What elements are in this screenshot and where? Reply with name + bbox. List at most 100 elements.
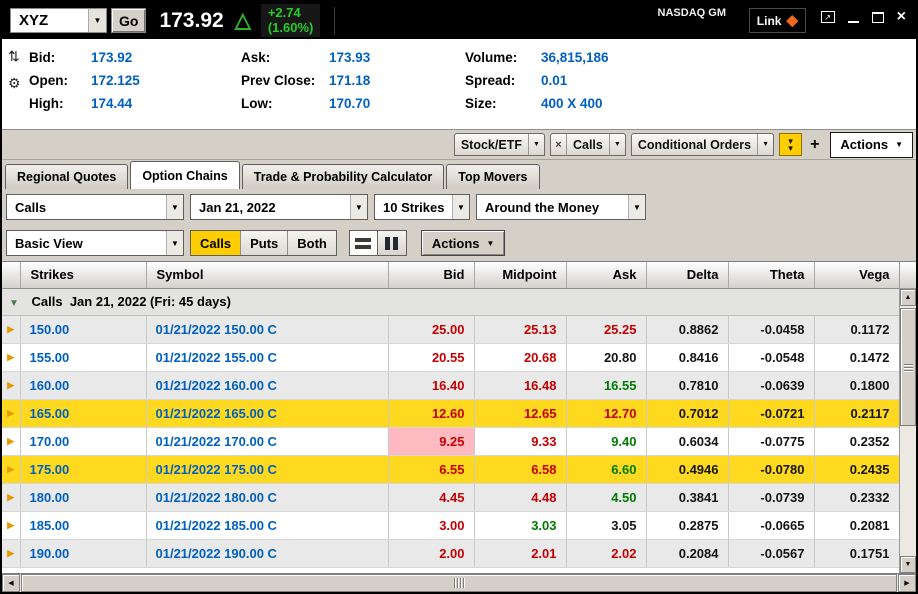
bid-cell[interactable]: 20.55 — [388, 343, 474, 371]
bid-cell[interactable]: 16.40 — [388, 371, 474, 399]
symbol-cell[interactable]: 01/21/2022 185.00 C — [146, 511, 388, 539]
symbol-cell[interactable]: 01/21/2022 160.00 C — [146, 371, 388, 399]
scroll-right-button[interactable]: ▶ — [898, 574, 916, 592]
ask-cell[interactable]: 4.50 — [566, 483, 646, 511]
horizontal-scroll-track[interactable] — [20, 574, 898, 592]
layout-tab-conditional-orders[interactable]: Conditional Orders ▼ — [631, 133, 774, 156]
bid-cell[interactable]: 12.60 — [388, 399, 474, 427]
midpoint-cell[interactable]: 3.03 — [474, 511, 566, 539]
bid-cell[interactable]: 4.45 — [388, 483, 474, 511]
settings-gear-icon[interactable]: ⚙ — [8, 76, 21, 90]
close-icon[interactable]: × — [551, 134, 567, 155]
col-header-midpoint[interactable]: Midpoint — [474, 262, 566, 288]
ask-cell[interactable]: 20.80 — [566, 343, 646, 371]
midpoint-cell[interactable]: 20.68 — [474, 343, 566, 371]
midpoint-cell[interactable]: 16.48 — [474, 371, 566, 399]
view-select[interactable]: Basic View ▼ — [6, 230, 184, 256]
actions-menu-button[interactable]: Actions ▼ — [421, 230, 506, 256]
symbol-combobox[interactable]: XYZ ▼ — [10, 8, 107, 33]
layout-tab-stock-etf[interactable]: Stock/ETF ▼ — [454, 133, 545, 156]
option-row[interactable]: ▶180.0001/21/2022 180.00 C4.454.484.500.… — [2, 483, 899, 511]
minimize-icon[interactable] — [848, 11, 859, 23]
row-expander-icon[interactable]: ▶ — [2, 343, 20, 371]
vertical-scroll-thumb[interactable] — [900, 308, 916, 426]
col-header-symbol[interactable]: Symbol — [146, 262, 388, 288]
col-header-ask[interactable]: Ask — [566, 262, 646, 288]
symbol-cell[interactable]: 01/21/2022 175.00 C — [146, 455, 388, 483]
sort-toggle-icon[interactable]: ⇅ — [8, 49, 21, 63]
midpoint-cell[interactable]: 6.58 — [474, 455, 566, 483]
midpoint-cell[interactable]: 9.33 — [474, 427, 566, 455]
midpoint-cell[interactable]: 25.13 — [474, 315, 566, 343]
scroll-down-button[interactable]: ▼ — [900, 556, 916, 573]
tab-option-chains[interactable]: Option Chains — [130, 161, 239, 189]
chevron-down-icon[interactable]: ▼ — [609, 134, 625, 155]
chevron-down-icon[interactable]: ▼ — [757, 134, 773, 155]
symbol-cell[interactable]: 01/21/2022 190.00 C — [146, 539, 388, 567]
puts-toggle[interactable]: Puts — [241, 231, 288, 255]
ask-cell[interactable]: 16.55 — [566, 371, 646, 399]
close-icon[interactable]: × — [897, 11, 906, 23]
chevron-down-icon[interactable]: ▼ — [350, 195, 367, 219]
actions-menu-button-top[interactable]: Actions ▼ — [830, 132, 913, 158]
chevron-down-icon[interactable]: ▼ — [166, 231, 183, 255]
vertical-scroll-track[interactable] — [900, 306, 916, 556]
pop-out-icon[interactable]: ↗ — [821, 11, 835, 23]
midpoint-cell[interactable]: 4.48 — [474, 483, 566, 511]
option-row[interactable]: ▶175.0001/21/2022 175.00 C6.556.586.600.… — [2, 455, 899, 483]
col-header-delta[interactable]: Delta — [646, 262, 728, 288]
col-header-theta[interactable]: Theta — [728, 262, 814, 288]
vertical-scrollbar[interactable]: ▲ ▼ — [899, 262, 916, 573]
group-collapse-icon[interactable]: ▼ — [9, 298, 19, 309]
bid-cell[interactable]: 2.00 — [388, 539, 474, 567]
chevron-down-icon[interactable]: ▼ — [452, 195, 469, 219]
scroll-up-button[interactable]: ▲ — [900, 289, 916, 306]
option-row[interactable]: ▶185.0001/21/2022 185.00 C3.003.033.050.… — [2, 511, 899, 539]
option-row[interactable]: ▶190.0001/21/2022 190.00 C2.002.012.020.… — [2, 539, 899, 567]
row-expander-icon[interactable]: ▶ — [2, 483, 20, 511]
horizontal-scroll-thumb[interactable] — [21, 574, 897, 592]
ask-cell[interactable]: 2.02 — [566, 539, 646, 567]
strike-count-select[interactable]: 10 Strikes ▼ — [374, 194, 470, 220]
ask-cell[interactable]: 3.05 — [566, 511, 646, 539]
symbol-cell[interactable]: 01/21/2022 155.00 C — [146, 343, 388, 371]
option-row[interactable]: ▶170.0001/21/2022 170.00 C9.259.339.400.… — [2, 427, 899, 455]
link-button[interactable]: Link ◆ — [749, 8, 806, 33]
calls-toggle[interactable]: Calls — [191, 231, 241, 255]
ask-cell[interactable]: 25.25 — [566, 315, 646, 343]
tab-regional-quotes[interactable]: Regional Quotes — [5, 164, 128, 189]
ask-cell[interactable]: 12.70 — [566, 399, 646, 427]
ask-cell[interactable]: 9.40 — [566, 427, 646, 455]
col-header-bid[interactable]: Bid — [388, 262, 474, 288]
symbol-cell[interactable]: 01/21/2022 165.00 C — [146, 399, 388, 427]
row-expander-icon[interactable]: ▶ — [2, 539, 20, 567]
maximize-icon[interactable] — [872, 12, 884, 23]
midpoint-cell[interactable]: 2.01 — [474, 539, 566, 567]
bid-cell[interactable]: 6.55 — [388, 455, 474, 483]
tab-trade-probability-calculator[interactable]: Trade & Probability Calculator — [242, 164, 445, 189]
row-expander-icon[interactable]: ▶ — [2, 371, 20, 399]
stacked-view-button[interactable] — [349, 230, 378, 256]
chevron-down-icon[interactable]: ▼ — [88, 9, 106, 32]
chevron-down-icon[interactable]: ▼ — [528, 134, 544, 155]
midpoint-cell[interactable]: 12.65 — [474, 399, 566, 427]
option-row[interactable]: ▶160.0001/21/2022 160.00 C16.4016.4816.5… — [2, 371, 899, 399]
chevron-down-icon[interactable]: ▼ — [166, 195, 183, 219]
tab-top-movers[interactable]: Top Movers — [446, 164, 539, 189]
layout-tab-calls[interactable]: × Calls ▼ — [550, 133, 626, 156]
collapse-tabs-button[interactable]: ▼ ▼ — [779, 133, 802, 156]
both-toggle[interactable]: Both — [288, 231, 336, 255]
side-by-side-view-button[interactable] — [378, 230, 407, 256]
moneyness-select[interactable]: Around the Money ▼ — [476, 194, 646, 220]
symbol-cell[interactable]: 01/21/2022 150.00 C — [146, 315, 388, 343]
row-expander-icon[interactable]: ▶ — [2, 399, 20, 427]
bid-cell[interactable]: 25.00 — [388, 315, 474, 343]
row-expander-icon[interactable]: ▶ — [2, 455, 20, 483]
row-expander-icon[interactable]: ▶ — [2, 315, 20, 343]
horizontal-scrollbar[interactable]: ◀ ▶ — [2, 573, 916, 592]
group-header[interactable]: ▼ Calls Jan 21, 2022 (Fri: 45 days) — [2, 288, 899, 315]
bid-cell[interactable]: 3.00 — [388, 511, 474, 539]
chevron-down-icon[interactable]: ▼ — [628, 195, 645, 219]
expiration-select[interactable]: Jan 21, 2022 ▼ — [190, 194, 368, 220]
col-header-strikes[interactable]: Strikes — [20, 262, 146, 288]
